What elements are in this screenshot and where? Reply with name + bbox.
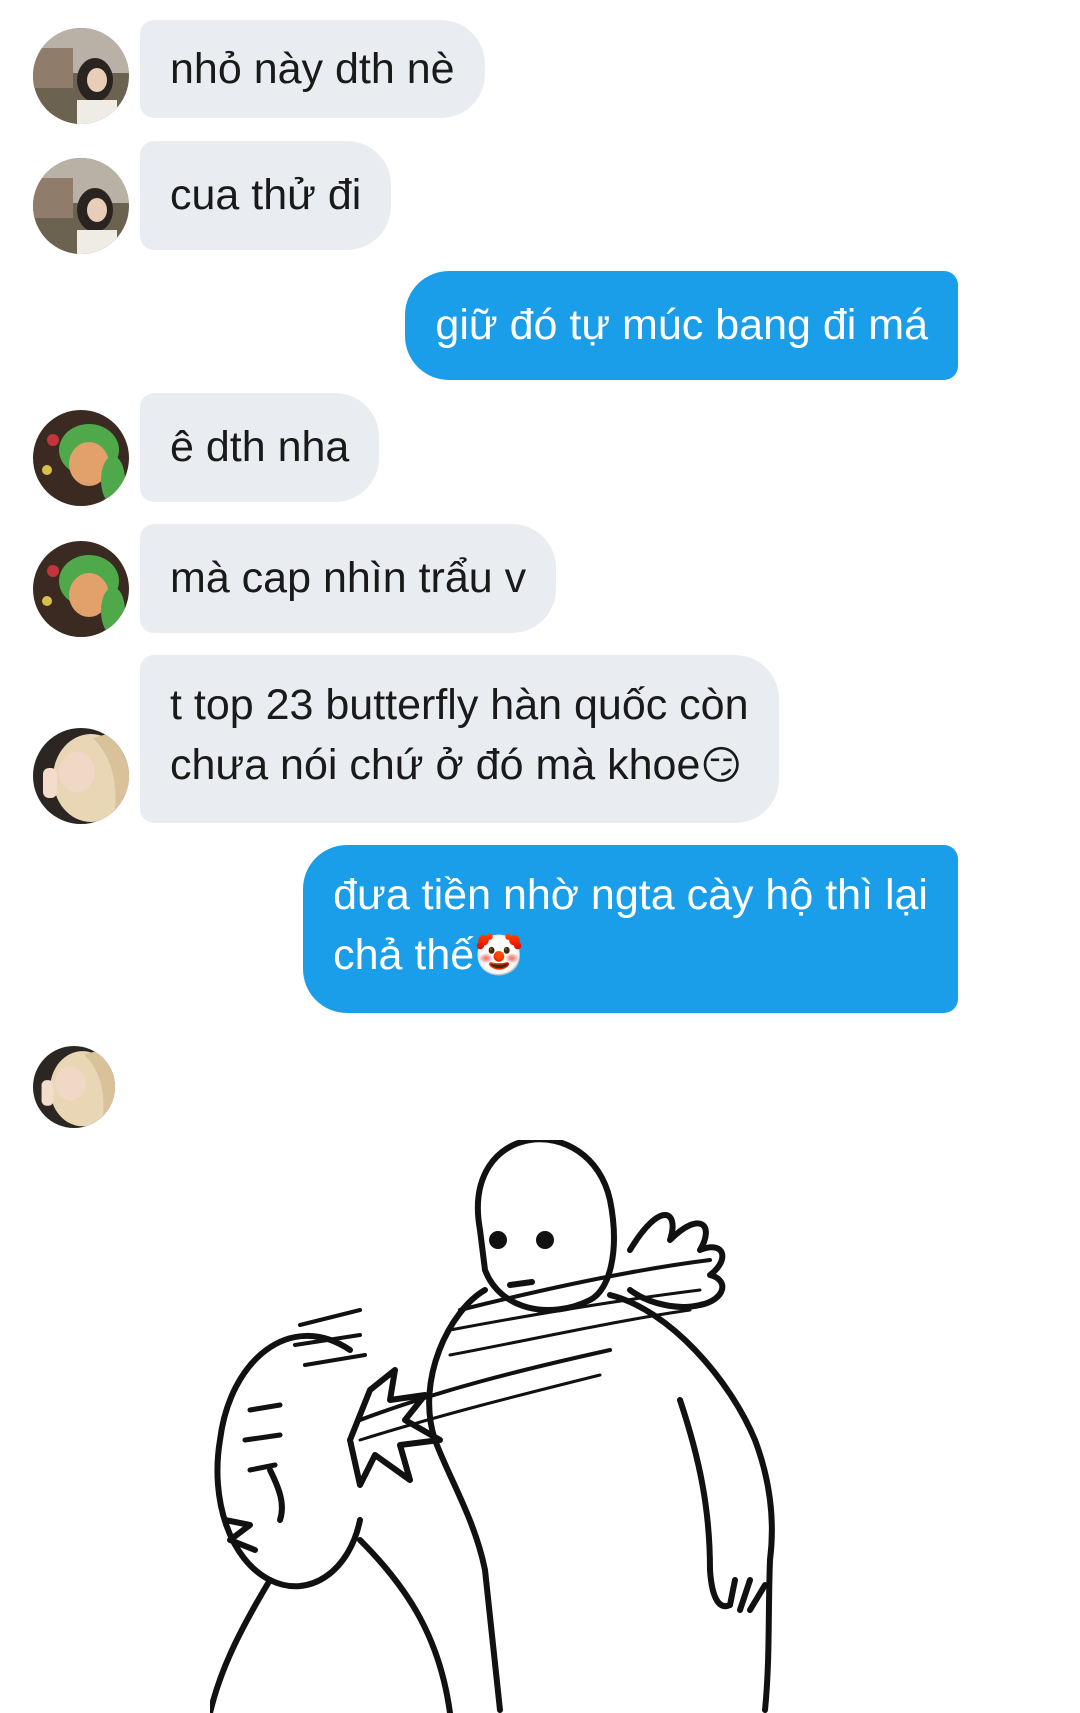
standing-figure-head: [475, 1140, 617, 1313]
avatar-girl-2[interactable]: [33, 158, 129, 254]
message-bubble-incoming[interactable]: ê dth nha: [140, 393, 380, 502]
message-bubble-incoming[interactable]: cua thử đi: [140, 141, 392, 250]
avatar-blonde-1[interactable]: [33, 728, 129, 824]
slapped-figure-head: [214, 1332, 363, 1590]
message-text: nhỏ này dth nè: [170, 45, 455, 93]
message-text: cua thử đi: [170, 171, 362, 219]
message-text-line: t top 23 butterfly hàn quốc còn: [170, 681, 749, 729]
avatar-green-hair-2[interactable]: [33, 541, 129, 637]
message-bubble-incoming[interactable]: t top 23 butterfly hàn quốc còn chưa nói…: [140, 655, 779, 823]
message-text: ê dth nha: [170, 423, 350, 471]
clown-emoji-icon: 🤡: [474, 933, 524, 979]
avatar-girl-1[interactable]: [33, 28, 129, 124]
smirk-emoji-icon: 😏: [700, 743, 743, 789]
message-text-line: chưa nói chứ ở đó mà khoe: [170, 741, 701, 789]
message-bubble-incoming[interactable]: mà cap nhìn trẩu v: [140, 524, 557, 633]
message-text-line: chả thế: [333, 931, 475, 979]
avatar-blonde-2[interactable]: [33, 1046, 115, 1128]
avatar-green-hair-1[interactable]: [33, 410, 129, 506]
slap-meme-sticker[interactable]: [210, 1140, 870, 1713]
impact-burst: [347, 1367, 443, 1488]
message-text: giữ đó tự múc bang đi má: [435, 301, 928, 349]
message-bubble-incoming[interactable]: nhỏ này dth nè: [140, 20, 485, 118]
message-bubble-outgoing[interactable]: giữ đó tự múc bang đi má: [405, 271, 958, 380]
message-bubble-outgoing[interactable]: đưa tiền nhờ ngta cày hộ thì lại chả thế…: [303, 845, 958, 1013]
message-text: mà cap nhìn trẩu v: [170, 554, 527, 602]
message-text-line: đưa tiền nhờ ngta cày hộ thì lại: [333, 871, 928, 919]
